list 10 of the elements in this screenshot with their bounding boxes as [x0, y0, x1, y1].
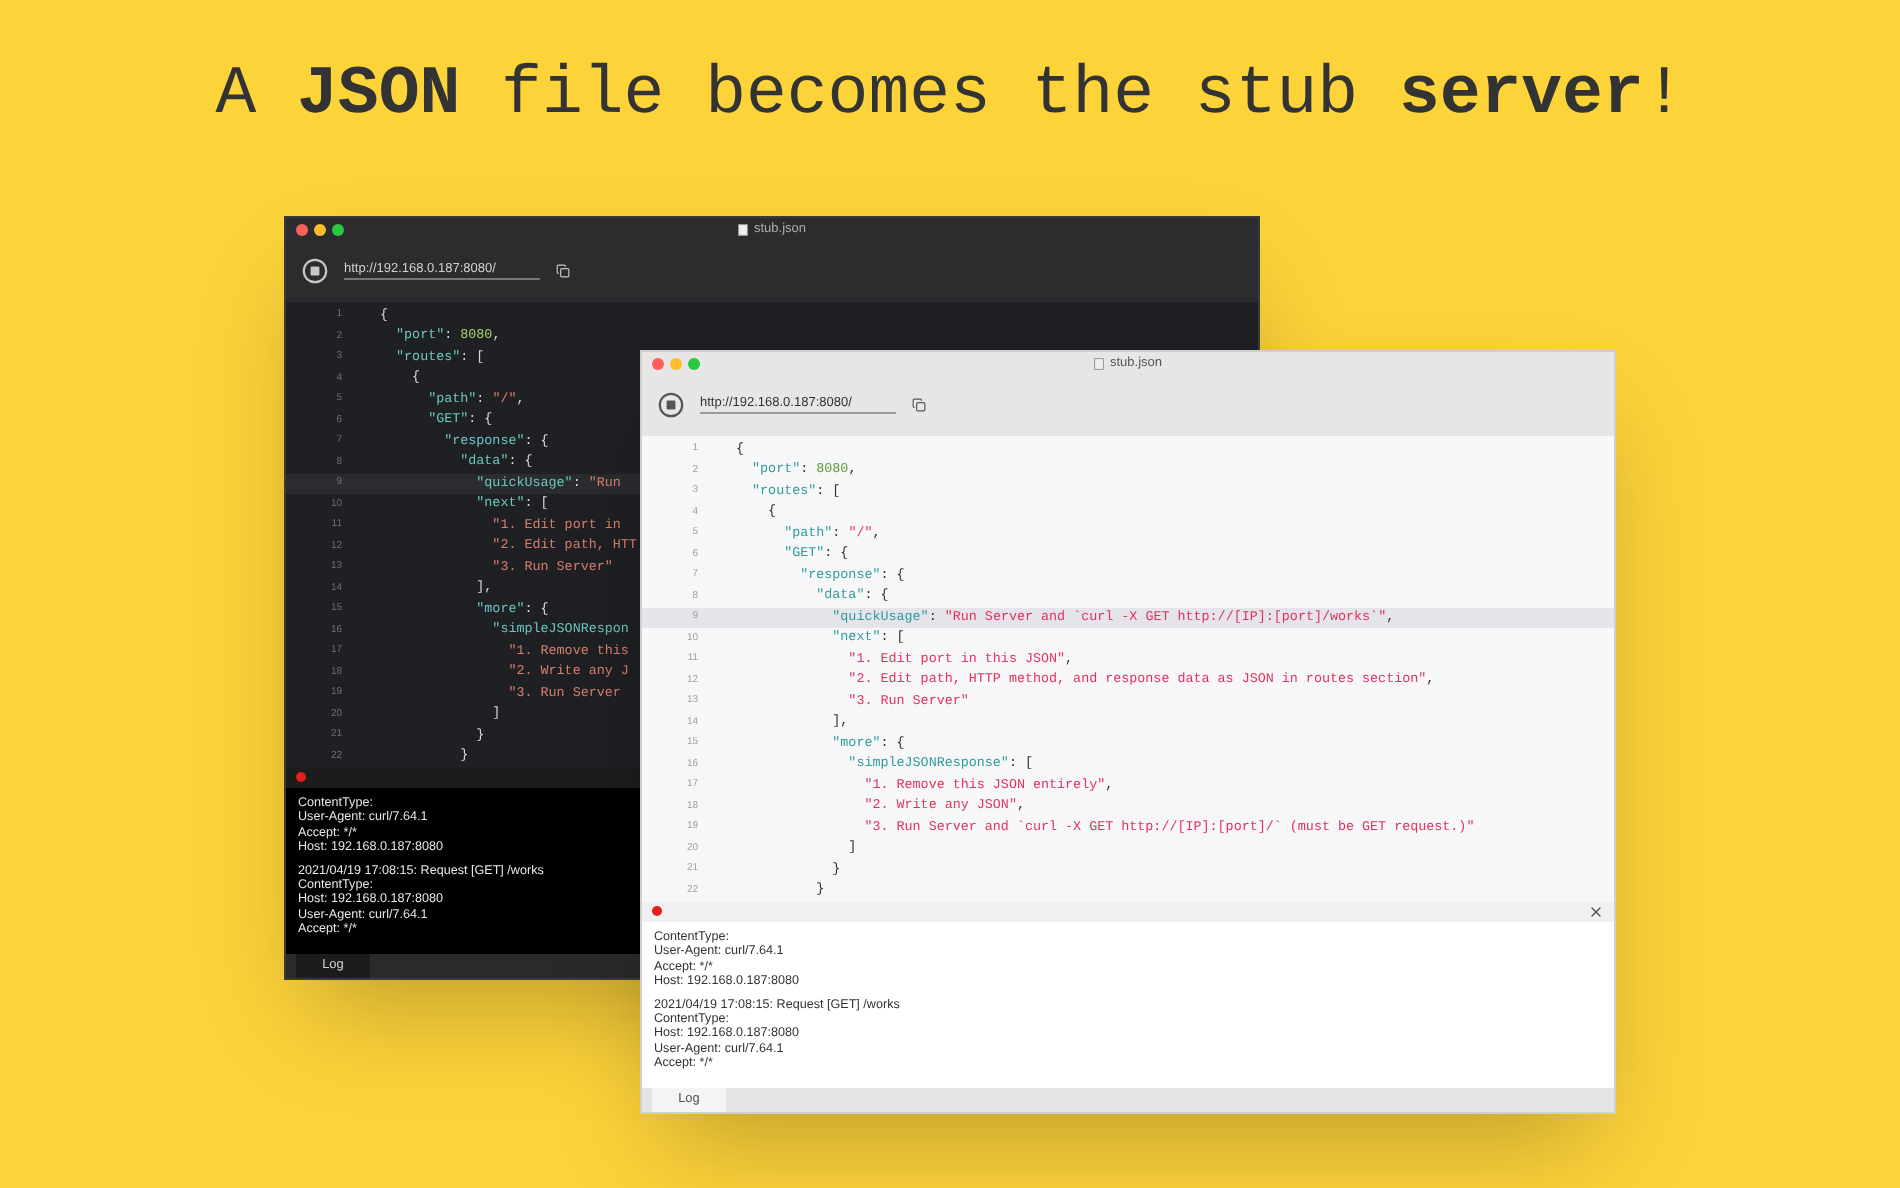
copy-icon[interactable] [556, 264, 570, 279]
stop-icon[interactable] [658, 392, 684, 419]
document-icon [1093, 358, 1104, 370]
close-window-icon[interactable] [296, 223, 308, 236]
close-icon[interactable] [1588, 903, 1604, 920]
document-icon [737, 224, 748, 236]
minimize-window-icon[interactable] [314, 223, 326, 236]
copy-icon[interactable] [912, 398, 926, 413]
zoom-window-icon[interactable] [332, 223, 344, 236]
headline: A JSON file becomes the stub server! [213, 56, 1687, 138]
